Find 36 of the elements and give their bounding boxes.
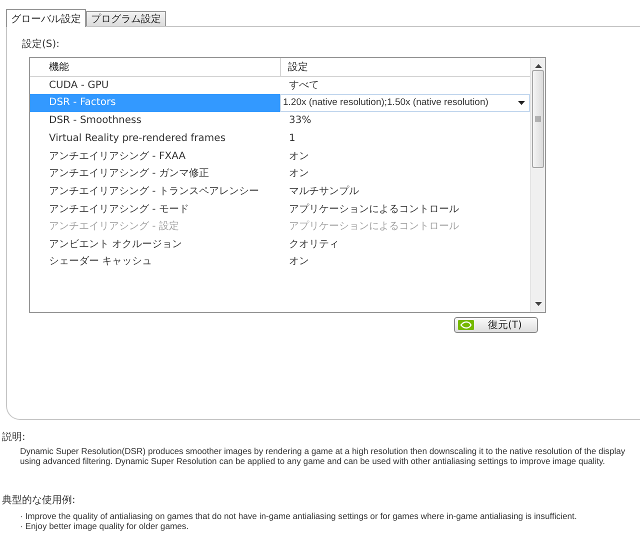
setting-cell-text: アプリケーションによるコントロール bbox=[288, 220, 460, 234]
caret-icon bbox=[518, 100, 525, 105]
logo-icon bbox=[458, 320, 474, 330]
setting-cell-text: オン bbox=[288, 150, 310, 164]
setting-cell-text: オン bbox=[288, 167, 310, 182]
description-heading: 説明: bbox=[2, 430, 26, 444]
feature-cell[interactable]: アンチエイリアシング - FXAA bbox=[30, 146, 280, 165]
setting-cell-text: マルチサンプル bbox=[288, 184, 360, 199]
scroll-thumb[interactable] bbox=[532, 70, 544, 168]
feature-cell[interactable]: アンチエイリアシング - トランスペアレンシー bbox=[30, 182, 280, 200]
settings-label: 設定(S): bbox=[22, 38, 61, 51]
setting-cell-text: クオリティ bbox=[288, 238, 340, 252]
usage-item: · Improve the quality of antialiasing on games that do not have in-game antialiasing settings or for games where in-game antialiasing is insufficient. bbox=[20, 510, 578, 522]
setting-cell-text: すべて bbox=[288, 79, 320, 94]
feature-cell[interactable]: DSR - Smoothness bbox=[30, 112, 280, 130]
setting-cell-text: 1 bbox=[288, 132, 296, 146]
column-header[interactable]: 機能 bbox=[30, 58, 280, 76]
setting-cell-text: オン bbox=[288, 255, 310, 270]
tab[interactable]: グローバル設定 bbox=[6, 9, 86, 27]
feature-cell[interactable]: アンチエイリアシング - モード bbox=[30, 200, 280, 218]
feature-cell[interactable]: アンチエイリアシング - ガンマ修正 bbox=[30, 164, 280, 182]
feature-cell[interactable]: シェーダー キャッシュ bbox=[30, 252, 280, 270]
description-text: Dynamic Super Resolution(DSR) produces smoother images by rendering a game at a high resolution then downscaling it to the native resolution of the display using advanced filtering. Dynamic Super Resolution can be applied to any game and can be used with other antialiasing settings to improve image quality. bbox=[20, 446, 626, 467]
restore-button[interactable]: 復元(T) bbox=[454, 317, 538, 333]
feature-cell[interactable]: CUDA - GPU bbox=[30, 76, 280, 94]
setting-cell-text: 33% bbox=[288, 114, 312, 128]
tab[interactable]: プログラム設定 bbox=[86, 11, 166, 26]
usage-heading: 典型的な使用例: bbox=[2, 494, 76, 507]
feature-cell[interactable]: アンビエント オクルージョン bbox=[30, 234, 280, 253]
scroll-up-icon[interactable] bbox=[534, 64, 542, 68]
setting-dropdown[interactable]: 1.20x (native resolution);1.50x (native resolution) bbox=[280, 94, 530, 112]
setting-cell-text: アプリケーションによるコントロール bbox=[288, 202, 460, 217]
usage-item: · Enjoy better image quality for older games. bbox=[20, 521, 190, 532]
scroll-down-icon[interactable] bbox=[534, 302, 542, 306]
scrollbar[interactable] bbox=[530, 58, 545, 312]
feature-cell[interactable]: Virtual Reality pre-rendered frames bbox=[30, 129, 280, 147]
